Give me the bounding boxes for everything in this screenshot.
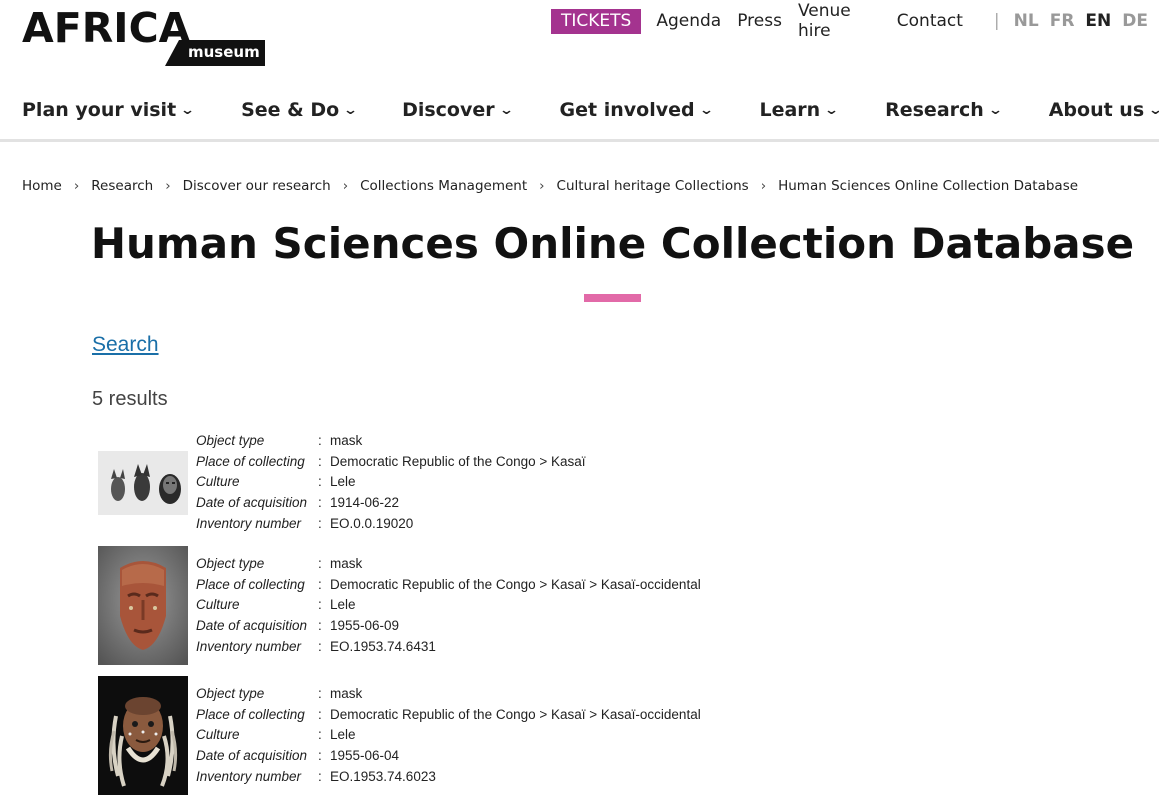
mainnav-about-us[interactable]: About us⌄ xyxy=(1049,99,1159,121)
main-navigation: Plan your visit ⌄ See & Do ⌄ Discover ⌄ Get… xyxy=(22,96,1159,124)
chevron-right-icon: › xyxy=(539,178,545,194)
breadcrumb-cultural-heritage[interactable]: Cultural heritage Collections xyxy=(557,178,749,194)
value-culture: Lele xyxy=(330,474,356,490)
value-place: Democratic Republic of the Congo > Kasaï… xyxy=(330,706,701,722)
breadcrumb-discover-research[interactable]: Discover our research xyxy=(183,178,331,194)
title-accent-bar xyxy=(584,294,641,302)
value-inventory: EO.1953.74.6023 xyxy=(330,768,436,784)
breadcrumb-research[interactable]: Research xyxy=(91,178,153,194)
chevron-down-icon: ⌄ xyxy=(1148,103,1159,118)
label-object-type: Object type xyxy=(196,433,265,448)
mainnav-label: Research xyxy=(885,99,984,121)
breadcrumb-collections-management[interactable]: Collections Management xyxy=(360,178,527,194)
mainnav-label: About us xyxy=(1048,99,1145,121)
label-inventory: Inventory number xyxy=(196,768,302,784)
mainnav-label: Discover xyxy=(402,99,495,121)
tickets-button[interactable]: TICKETS xyxy=(551,8,642,34)
result-thumbnail[interactable] xyxy=(98,451,188,515)
logo-wordmark: AFRICA xyxy=(22,4,191,52)
logo-subtitle: museum xyxy=(188,43,260,61)
chevron-right-icon: › xyxy=(73,178,80,194)
label-object-type: Object type xyxy=(196,686,265,701)
language-de[interactable]: DE xyxy=(1122,11,1148,31)
chevron-down-icon: ⌄ xyxy=(179,102,196,118)
three-masks-photo xyxy=(98,451,188,515)
value-culture: Lele xyxy=(330,727,356,743)
value-inventory: EO.0.0.19020 xyxy=(330,515,414,531)
value-place: Democratic Republic of the Congo > Kasaï… xyxy=(330,576,701,592)
value-culture: Lele xyxy=(330,597,356,613)
africa-museum-logo[interactable]: AFRICA museum xyxy=(22,6,266,68)
mainnav-label: Get involved xyxy=(559,99,695,121)
result-fields: Object type: mask Place of collecting: Dem… xyxy=(196,431,586,534)
result-thumbnail[interactable] xyxy=(98,676,188,795)
mainnav-label: Learn xyxy=(759,99,821,121)
language-en[interactable]: EN xyxy=(1085,11,1111,31)
label-place: Place of collecting xyxy=(196,453,305,469)
mainnav-label: See & Do xyxy=(241,99,340,121)
search-link[interactable]: Search xyxy=(92,333,159,357)
chevron-right-icon: › xyxy=(165,178,171,194)
topnav-link-press[interactable]: Press xyxy=(737,11,782,31)
label-culture: Culture xyxy=(196,597,240,613)
value-object-type: mask xyxy=(330,686,363,701)
label-culture: Culture xyxy=(196,474,240,490)
fringed-mask-photo xyxy=(98,676,188,795)
result-thumbnail[interactable] xyxy=(98,546,188,665)
chevron-down-icon: ⌄ xyxy=(698,102,714,118)
value-date: 1955-06-04 xyxy=(330,748,400,764)
page-title: Human Sciences Online Collection Databas… xyxy=(90,219,1135,268)
label-place: Place of collecting xyxy=(196,576,305,592)
top-navigation: TICKETS Agenda Press Venue hire Contact … xyxy=(551,1,1159,41)
chevron-down-icon: ⌄ xyxy=(342,102,359,118)
language-nl[interactable]: NL xyxy=(1014,11,1039,31)
breadcrumb-home[interactable]: Home xyxy=(22,178,62,194)
language-separator: | xyxy=(993,11,1000,31)
label-date: Date of acquisition xyxy=(196,618,308,634)
results-count: 5 results xyxy=(92,388,168,410)
mainnav-research[interactable]: Research ⌄ xyxy=(885,99,1003,121)
mainnav-label: Plan your visit xyxy=(22,99,177,121)
mainnav-learn[interactable]: Learn ⌄ xyxy=(759,99,840,121)
label-inventory: Inventory number xyxy=(196,638,302,654)
result-fields: Object type: mask Place of collecting: Dem… xyxy=(196,684,701,787)
breadcrumb: Home › Research › Discover our research › C… xyxy=(22,178,1078,194)
chevron-down-icon: ⌄ xyxy=(498,102,514,118)
label-place: Place of collecting xyxy=(196,706,305,722)
value-object-type: mask xyxy=(330,556,363,571)
value-place: Democratic Republic of the Congo > Kasaï xyxy=(330,453,586,469)
topnav-link-venue-hire[interactable]: Venue hire xyxy=(798,1,881,41)
label-culture: Culture xyxy=(196,727,240,743)
chevron-right-icon: › xyxy=(760,178,767,194)
value-date: 1914-06-22 xyxy=(330,495,400,511)
nav-divider xyxy=(0,139,1159,142)
topnav-link-contact[interactable]: Contact xyxy=(897,11,963,31)
value-object-type: mask xyxy=(330,433,363,448)
value-date: 1955-06-09 xyxy=(330,618,400,634)
label-inventory: Inventory number xyxy=(196,515,302,531)
red-mask-photo xyxy=(98,546,188,665)
label-date: Date of acquisition xyxy=(196,748,308,764)
mainnav-plan-your-visit[interactable]: Plan your visit ⌄ xyxy=(22,99,196,121)
label-object-type: Object type xyxy=(196,556,265,571)
language-fr[interactable]: FR xyxy=(1050,11,1075,31)
mainnav-see-and-do[interactable]: See & Do ⌄ xyxy=(241,99,359,121)
chevron-down-icon: ⌄ xyxy=(987,102,1003,118)
chevron-down-icon: ⌄ xyxy=(824,102,840,118)
mainnav-discover[interactable]: Discover ⌄ xyxy=(402,99,514,121)
value-inventory: EO.1953.74.6431 xyxy=(330,638,436,654)
topnav-link-agenda[interactable]: Agenda xyxy=(656,11,721,31)
label-date: Date of acquisition xyxy=(196,495,308,511)
breadcrumb-current: Human Sciences Online Collection Databas… xyxy=(778,178,1079,194)
chevron-right-icon: › xyxy=(342,178,349,194)
result-fields: Object type: mask Place of collecting: Dem… xyxy=(196,554,701,657)
mainnav-get-involved[interactable]: Get involved ⌄ xyxy=(559,99,714,121)
